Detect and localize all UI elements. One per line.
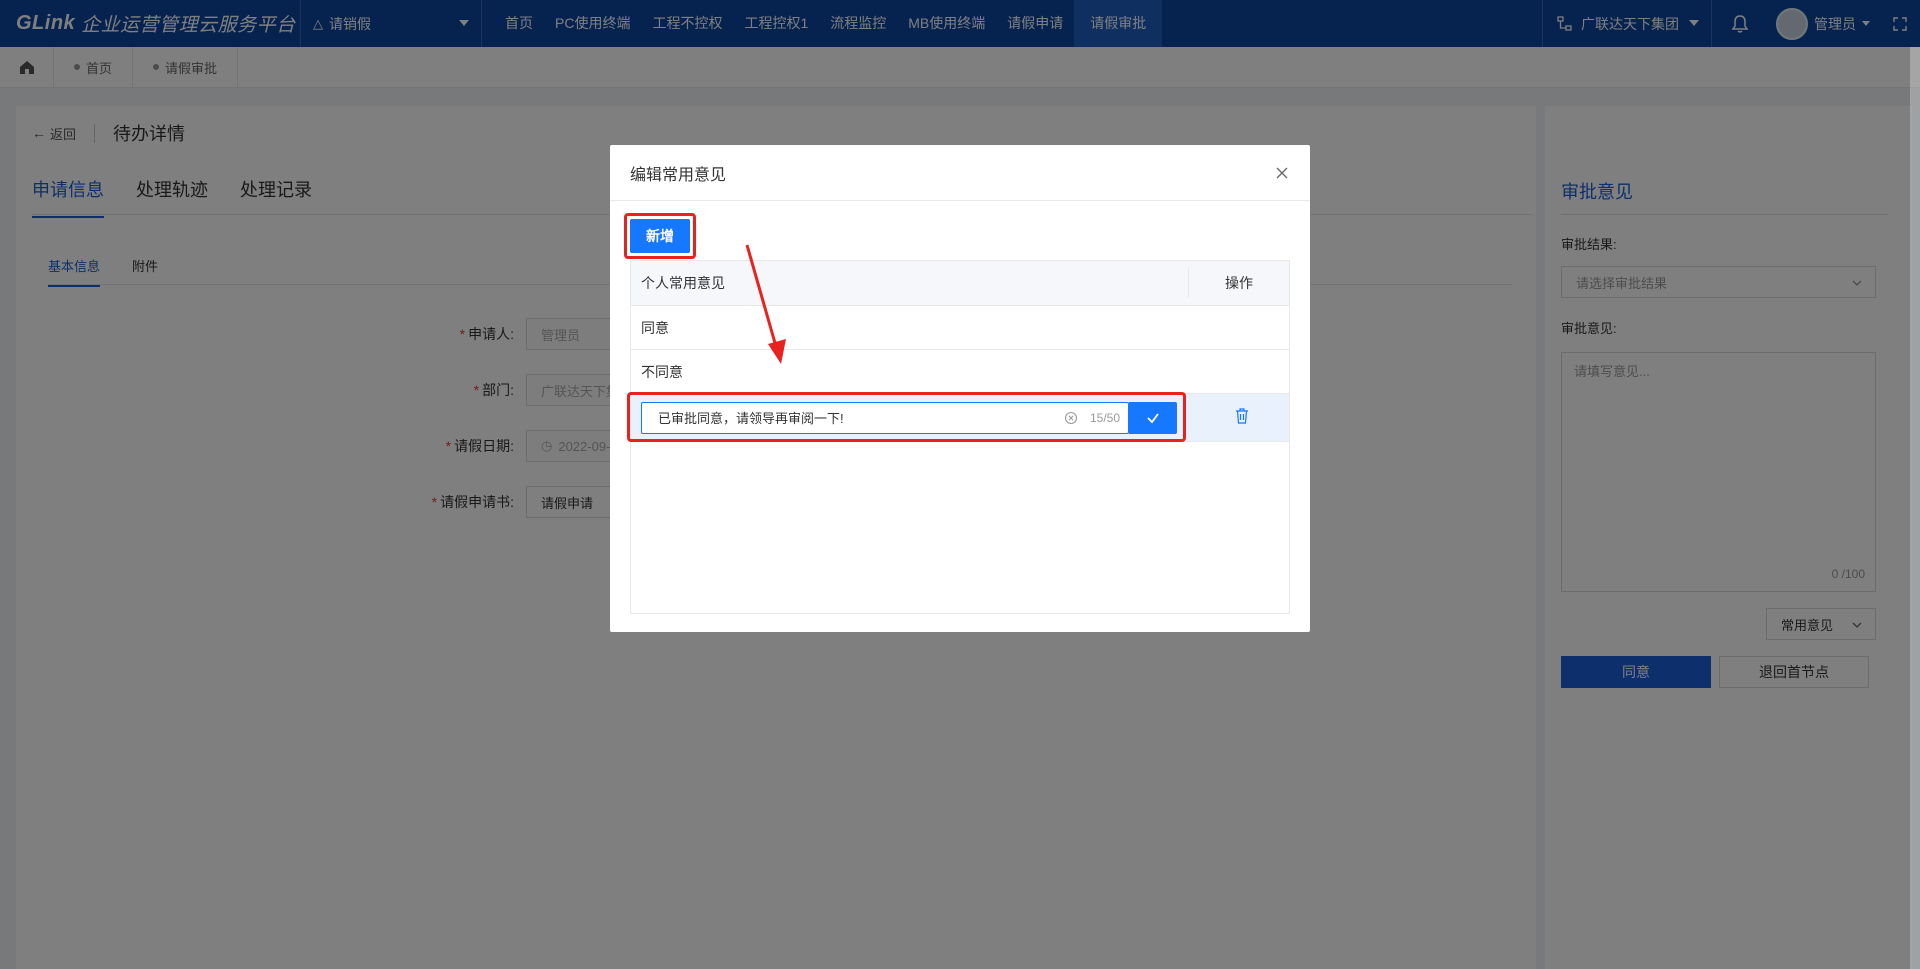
- edit-common-opinion-dialog: 编辑常用意见 新增 个人常用意见 操作 同意 不同意 已审批同意，请领导再审阅一…: [610, 145, 1310, 632]
- close-button[interactable]: [1272, 163, 1292, 183]
- table-row[interactable]: 同意: [631, 306, 1289, 350]
- column-header-opinion: 个人常用意见: [631, 268, 1189, 298]
- table-header: 个人常用意见 操作: [631, 261, 1289, 306]
- row-text: 同意: [641, 319, 669, 336]
- trash-icon[interactable]: [1235, 408, 1249, 424]
- close-icon: [1276, 167, 1288, 179]
- table-row[interactable]: 不同意: [631, 350, 1289, 394]
- dialog-header: 编辑常用意见: [610, 145, 1310, 201]
- dialog-title: 编辑常用意见: [630, 166, 727, 184]
- scrollbar[interactable]: [1910, 47, 1920, 969]
- row-text: 不同意: [641, 363, 683, 380]
- highlight-box: [624, 213, 696, 259]
- highlight-box: [627, 392, 1186, 442]
- column-header-action: 操作: [1225, 275, 1253, 291]
